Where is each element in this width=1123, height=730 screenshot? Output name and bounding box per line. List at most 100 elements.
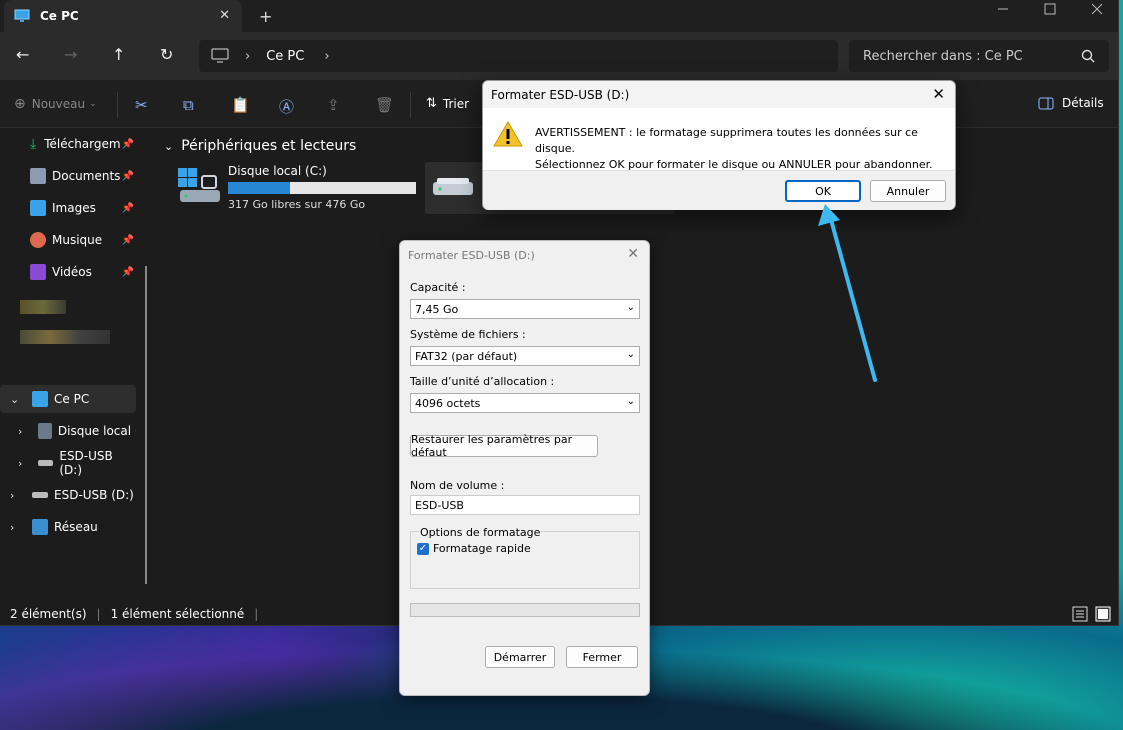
allocation-select[interactable]: 4096 octets ⌄ xyxy=(410,393,640,413)
section-title: Périphériques et lecteurs xyxy=(181,138,357,154)
monitor-icon xyxy=(14,9,30,22)
rename-icon[interactable]: Ⓐ xyxy=(279,96,294,117)
sidebar-item-images[interactable]: Images 📌 xyxy=(30,194,136,222)
warning-message: AVERTISSEMENT : le formatage supprimera … xyxy=(535,126,933,171)
format-dialog: Formater ESD-USB (D:) ✕ Capacité : 7,45 … xyxy=(399,240,650,696)
chevron-right-icon[interactable]: › xyxy=(18,457,22,470)
navigation-pane: ⤓ Téléchargem 📌 Documents 📌 Images 📌 Mus… xyxy=(0,128,156,600)
paste-icon[interactable]: 📋 xyxy=(231,96,250,114)
capacity-select[interactable]: 7,45 Go ⌄ xyxy=(410,299,640,319)
close-tab-icon[interactable]: ✕ xyxy=(219,8,230,23)
tiles-view-icon[interactable] xyxy=(1095,606,1111,622)
warning-icon xyxy=(493,121,523,147)
restore-defaults-button[interactable]: Restaurer les paramètres par défaut xyxy=(410,433,598,459)
sidebar-item-documents[interactable]: Documents 📌 xyxy=(30,162,136,190)
sidebar-item-esd-usb-1[interactable]: › ESD-USB (D:) xyxy=(0,449,136,477)
chevron-down-icon: ⌄ xyxy=(626,302,635,313)
start-button[interactable]: Démarrer xyxy=(485,646,555,668)
details-label: Détails xyxy=(1062,96,1104,110)
section-header[interactable]: ⌄ Périphériques et lecteurs xyxy=(164,138,356,154)
computer-icon xyxy=(211,48,229,63)
pin-icon[interactable]: 📌 xyxy=(122,267,134,278)
share-icon[interactable]: ⇪ xyxy=(327,96,340,114)
sidebar-item-videos[interactable]: Vidéos 📌 xyxy=(30,258,136,286)
drive-c-name: Disque local (C:) xyxy=(228,164,327,178)
chevron-right-icon[interactable]: › xyxy=(10,489,14,502)
minimize-icon[interactable] xyxy=(997,3,1009,19)
new-label: Nouveau xyxy=(31,97,86,111)
sidebar-item-downloads[interactable]: ⤓ Téléchargem 📌 xyxy=(30,130,136,158)
checkmark-icon: ✓ xyxy=(417,542,429,555)
details-button[interactable]: Détails xyxy=(1038,96,1104,110)
address-field[interactable]: › Ce PC › xyxy=(199,40,838,72)
chevron-down-icon: ⌄ xyxy=(626,349,635,360)
image-icon xyxy=(30,200,46,216)
format-warning-dialog: Formater ESD-USB (D:) ✕ AVERTISSEMENT : … xyxy=(482,80,956,210)
address-bar-area: ← → ↑ ↻ › Ce PC › Rechercher dans : Ce P… xyxy=(0,32,1118,80)
blurred-item xyxy=(20,300,66,314)
usb-drive-icon xyxy=(433,178,473,195)
details-pane-icon xyxy=(1038,97,1054,109)
search-placeholder: Rechercher dans : Ce PC xyxy=(863,48,1023,64)
close-icon[interactable]: ✕ xyxy=(932,85,945,103)
delete-icon[interactable]: 🗑 xyxy=(375,96,394,114)
sidebar-item-esd-usb-2[interactable]: › ESD-USB (D:) xyxy=(0,481,136,509)
drive-c-tile[interactable]: Disque local (C:) 317 Go libres sur 476 … xyxy=(174,162,424,214)
chevron-right-icon[interactable]: › xyxy=(18,425,22,438)
monitor-icon xyxy=(32,391,48,407)
format-options-label: Options de formatage xyxy=(419,526,542,539)
sort-button[interactable]: ⇅ Trier xyxy=(426,96,469,111)
new-button[interactable]: ⊕ Nouveau ⌄ xyxy=(14,96,97,112)
sort-icon: ⇅ xyxy=(426,96,437,111)
chevron-right-icon[interactable]: › xyxy=(324,49,329,64)
pointer-arrow xyxy=(818,204,877,382)
chevron-down-icon: ⌄ xyxy=(626,396,635,407)
chevron-down-icon[interactable]: ⌄ xyxy=(10,393,19,406)
network-icon xyxy=(32,519,48,535)
pin-icon[interactable]: 📌 xyxy=(122,139,134,150)
format-progress-bar xyxy=(410,603,640,617)
back-icon[interactable]: ← xyxy=(16,45,29,64)
forward-icon[interactable]: → xyxy=(64,45,77,64)
windows-drive-icon xyxy=(178,168,220,202)
sidebar-item-network[interactable]: › Réseau xyxy=(0,513,136,541)
sidebar-item-ce-pc[interactable]: ⌄ Ce PC xyxy=(0,385,136,413)
drive-icon xyxy=(38,423,52,439)
quick-format-checkbox[interactable]: ✓ Formatage rapide xyxy=(417,542,531,555)
copy-icon[interactable]: ⧉ xyxy=(183,96,194,114)
allocation-label: Taille d’unité d’allocation : xyxy=(410,375,555,388)
sidebar-item-music[interactable]: Musique 📌 xyxy=(30,226,136,254)
warning-body: AVERTISSEMENT : le formatage supprimera … xyxy=(483,108,955,171)
pin-icon[interactable]: 📌 xyxy=(122,171,134,182)
up-icon[interactable]: ↑ xyxy=(112,45,125,64)
volume-name-input[interactable]: ESD-USB xyxy=(410,495,640,515)
filesystem-label: Système de fichiers : xyxy=(410,328,526,341)
chevron-down-icon: ⌄ xyxy=(164,139,174,153)
close-button[interactable]: Fermer xyxy=(566,646,638,668)
breadcrumb-ce-pc[interactable]: Ce PC xyxy=(266,49,304,64)
sidebar-scrollbar[interactable] xyxy=(145,266,147,584)
download-icon: ⤓ xyxy=(30,136,37,152)
drive-c-usage-bar xyxy=(228,182,416,194)
list-view-icon[interactable] xyxy=(1072,606,1088,622)
sidebar-item-disque-local[interactable]: › Disque local (C xyxy=(0,417,136,445)
chevron-down-icon: ⌄ xyxy=(89,99,97,109)
format-options-group: Options de formatage ✓ Formatage rapide xyxy=(410,526,640,589)
filesystem-select[interactable]: FAT32 (par défaut) ⌄ xyxy=(410,346,640,366)
search-icon xyxy=(1081,49,1095,63)
tab-title: Ce PC xyxy=(40,9,79,23)
music-icon xyxy=(30,232,46,248)
new-tab-icon[interactable]: + xyxy=(259,7,272,26)
close-window-icon[interactable] xyxy=(1091,3,1103,19)
search-input[interactable]: Rechercher dans : Ce PC xyxy=(849,40,1109,72)
tab-ce-pc[interactable]: Ce PC ✕ xyxy=(4,0,242,32)
maximize-icon[interactable] xyxy=(1044,3,1056,19)
capacity-label: Capacité : xyxy=(410,281,466,294)
cut-icon[interactable]: ✂ xyxy=(135,96,148,114)
divider xyxy=(410,92,411,118)
chevron-right-icon[interactable]: › xyxy=(10,521,14,534)
refresh-icon[interactable]: ↻ xyxy=(160,45,173,64)
pin-icon[interactable]: 📌 xyxy=(122,235,134,246)
pin-icon[interactable]: 📌 xyxy=(122,203,134,214)
close-icon[interactable]: ✕ xyxy=(627,246,639,262)
